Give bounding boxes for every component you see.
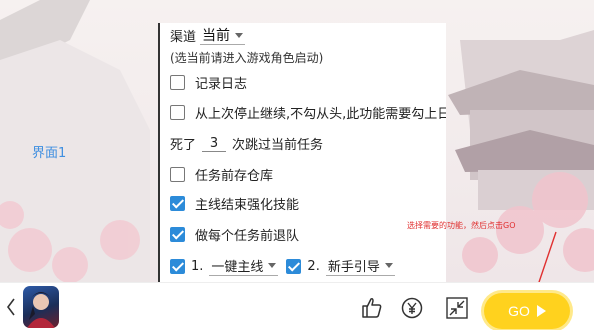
checkbox[interactable] [170,75,185,90]
like-button[interactable] [361,297,383,319]
shrink-icon [446,297,468,319]
option-enhance-skills[interactable]: 主线结束强化技能 [170,194,299,213]
task-row: 1. 一键主线 2. 新手引导 [170,256,403,276]
channel-label: 渠道 [170,30,197,45]
option-leave-team[interactable]: 做每个任务前退队 [170,225,299,244]
task-select-value: 一键主线 [211,260,264,275]
option-label: 主线结束强化技能 [195,198,300,213]
go-button[interactable]: GO [484,293,570,329]
task-index: 1. [191,258,204,274]
yen-icon [401,297,423,319]
death-skip-row: 死了 3 次跳过当前任务 [170,134,324,154]
death-suffix: 次跳过当前任务 [232,138,324,153]
option-resume[interactable]: 从上次停止继续,不勾从头,此功能需要勾上日志 [170,103,446,122]
channel-hint: (选当前请进入游戏角色启动) [170,51,324,65]
task-select-2[interactable]: 新手引导 [325,256,395,276]
option-label: 任务前存仓库 [195,169,274,184]
option-log[interactable]: 记录日志 [170,73,247,92]
chevron-left-icon [7,298,15,316]
task-index: 2. [307,258,320,274]
checkbox-checked[interactable] [170,227,185,242]
back-button[interactable] [3,293,19,321]
interface-label: 界面1 [32,146,67,161]
chevron-down-icon [235,32,244,38]
option-label: 做每个任务前退队 [195,229,300,244]
minimize-button[interactable] [446,297,468,319]
task-select-value: 新手引导 [327,260,380,275]
channel-row: 渠道 当前 [170,26,246,45]
reward-button[interactable] [401,297,423,319]
checkbox-checked[interactable] [170,258,185,274]
go-label: GO [508,303,530,319]
option-label: 从上次停止继续,不勾从头,此功能需要勾上日志 [195,107,446,122]
chevron-down-icon [268,263,277,268]
game-avatar[interactable] [23,286,59,328]
task-select-1[interactable]: 一键主线 [209,256,279,276]
thumbs-up-icon [362,298,382,318]
death-prefix: 死了 [170,138,197,153]
checkbox-checked[interactable] [170,196,185,211]
option-label: 记录日志 [195,77,248,92]
checkbox-checked[interactable] [286,258,302,274]
play-icon [536,305,546,317]
death-count-input[interactable]: 3 [202,136,227,152]
annotation-text: 选择需要的功能，然后点击GO [407,221,516,230]
character-portrait [27,292,55,328]
checkbox[interactable] [170,167,185,182]
option-store-warehouse[interactable]: 任务前存仓库 [170,165,273,184]
channel-select[interactable]: 当前 [200,27,246,45]
settings-panel: 渠道 当前 (选当前请进入游戏角色启动) 记录日志 从上次停止继续,不勾从头,此… [158,23,446,283]
checkbox[interactable] [170,105,185,120]
channel-select-value: 当前 [202,28,231,44]
chevron-down-icon [384,263,393,268]
